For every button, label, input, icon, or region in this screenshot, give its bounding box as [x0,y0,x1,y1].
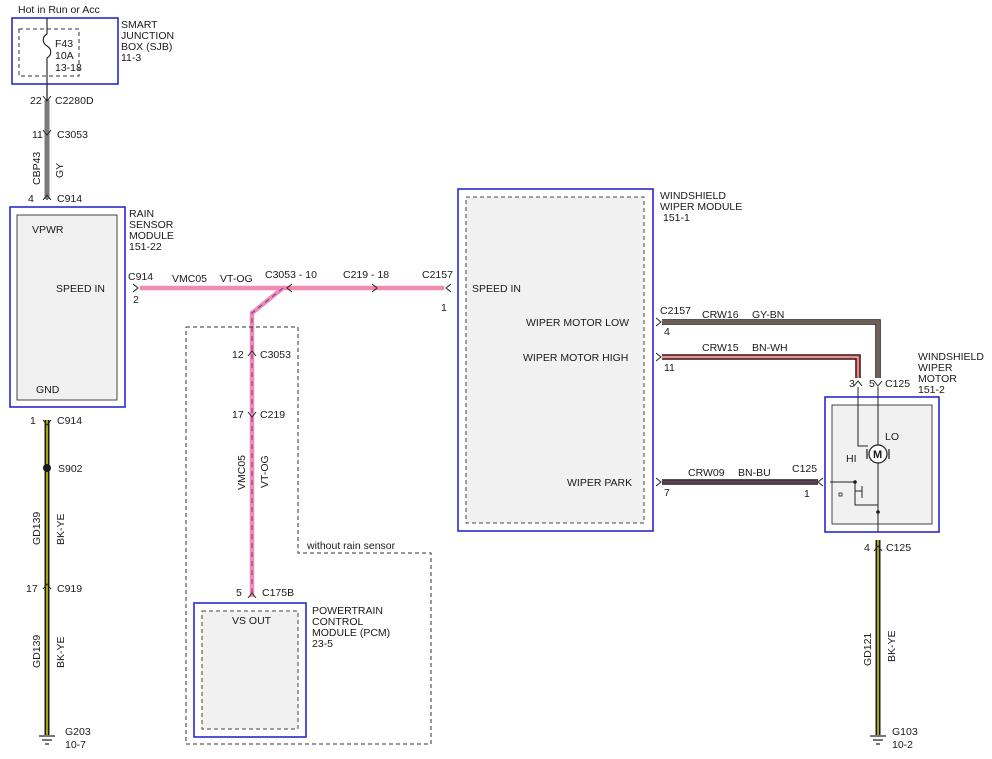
c219-pin: 17 [232,409,244,421]
c2157-low-label: C2157 [660,305,691,317]
fuse-amperage: 10A [55,50,74,62]
c3053-mid-pin: 12 [232,349,244,361]
c2157-park-pin: 7 [664,487,670,499]
fuse-label: F43 [55,38,73,50]
connector-c2157-high-icon [655,352,662,362]
wiper-motor-hi: HI [846,453,857,465]
wiper-module-reference: 151-1 [663,212,690,224]
c2157-low-pin: 4 [664,326,670,338]
fuse-icon [42,18,52,84]
wiper-module-motor-low: WIPER MOTOR LOW [526,317,629,329]
wire-cbp43-color: GY [54,163,66,178]
connector-c2157-speed-icon [445,283,452,293]
ground-g103-icon [870,735,886,745]
wire-crw15 [662,354,861,378]
c125-park-pin: 1 [804,488,810,500]
without-rain-sensor-note: without rain sensor [306,540,396,552]
c125-pin5: 5 [869,378,875,390]
connector-c914-speed-icon [132,283,139,293]
wire-crw09-color: BN-BU [738,467,771,479]
wiper-motor-lo: LO [885,431,899,443]
c914-gnd-pin: 1 [30,415,36,427]
ground-g203-label: G203 [65,726,91,738]
wire-crw15-label: CRW15 [702,342,739,354]
connector-c125-pin5-icon [873,380,883,387]
c125-park-label: C125 [792,463,817,475]
c175b-label: C175B [262,587,294,599]
c3053-top-label: C3053 [57,129,88,141]
ground-g203-reference: 10-7 [65,739,86,751]
wire-gd139-label-upper: GD139 [31,512,43,545]
wire-crw16-label: CRW16 [702,309,739,321]
wire-vmc05-pcm-label: VMC05 [236,455,248,490]
c125-motor-label: C125 [885,378,910,390]
c2280d-label: C2280D [55,95,94,107]
wire-gd139-label-lower: GD139 [31,635,43,668]
c919-label: C919 [57,583,82,595]
pcm-reference: 23-5 [312,638,333,650]
pcm-inner-box [201,610,299,730]
connector-c125-pin3-icon [853,380,863,387]
c914-speed-pin: 2 [133,294,139,306]
c914-top-label: C914 [57,193,82,205]
connector-c2157-park-icon [655,477,662,487]
c2157-speed-label: C2157 [422,269,453,281]
wiper-motor-reference: 151-2 [918,384,945,396]
wire-crw09-label: CRW09 [688,467,725,479]
c125-pin3: 3 [849,378,855,390]
pcm-vs-out: VS OUT [232,615,272,627]
wiper-module-motor-high: WIPER MOTOR HIGH [523,352,628,364]
c175b-pin: 5 [236,587,242,599]
c914-speed-label: C914 [128,271,153,283]
ground-g103-label: G103 [892,726,918,738]
wire-vmc05-pcm-color: VT-OG [259,455,271,488]
splice-s902-label: S902 [58,463,83,475]
wire-crw16-color: GY-BN [752,309,784,321]
rain-sensor-gnd: GND [36,384,60,396]
wiring-schematic: F43 10A 13-18 SMART JUNCTION BOX (SJB) 1… [9,4,984,751]
c3053-mid-label: C3053 [260,349,291,361]
wire-crw15-color: BN-WH [752,342,788,354]
ground-g103-reference: 10-2 [892,739,913,751]
wire-cbp43-label: CBP43 [31,152,43,185]
wire-gd139-color-upper: BK-YE [55,513,67,545]
wiper-module-speed-in: SPEED IN [472,283,521,295]
connector-c125-park-icon [817,477,824,487]
rain-sensor-speed-in: SPEED IN [56,283,105,295]
splice-s902-icon [43,464,51,472]
c3053-10-label: C3053 - 10 [265,269,317,281]
c2157-speed-pin: 1 [441,302,447,314]
wire-gd121-color: BK-YE [886,630,898,662]
wire-vmc05-pcm-branch [249,286,285,597]
rain-sensor-vpwr: VPWR [32,224,64,236]
rain-sensor-inner-box [16,214,118,401]
c2157-high-pin: 11 [664,362,675,374]
c219-label: C219 [260,409,285,421]
connector-c2157-low-icon [655,317,662,327]
wiring-diagram: F43 10A 13-18 SMART JUNCTION BOX (SJB) 1… [0,0,992,759]
wiper-module-park: WIPER PARK [567,477,632,489]
c219-18-label: C219 - 18 [343,269,389,281]
c919-pin: 17 [26,583,38,595]
wire-vmc05-label: VMC05 [172,273,207,285]
c125-gnd-label: C125 [886,542,911,554]
c914-top-pin: 4 [28,193,34,205]
ground-g203-icon [39,735,55,745]
c3053-top-pin: 11 [32,129,43,141]
fuse-reference: 13-18 [55,62,82,74]
c125-gnd-pin: 4 [864,542,870,554]
c2280d-pin: 22 [30,95,42,107]
wiper-motor-symbol: M [873,449,882,461]
rain-sensor-reference: 151-22 [129,241,162,253]
sjb-reference: 11-3 [121,52,141,64]
c914-gnd-label: C914 [57,415,82,427]
wire-gd139-color-lower: BK-YE [55,636,67,668]
wire-gd121-label: GD121 [862,633,874,666]
power-note: Hot in Run or Acc [18,4,100,16]
wire-vmc05-color: VT-OG [220,273,253,285]
